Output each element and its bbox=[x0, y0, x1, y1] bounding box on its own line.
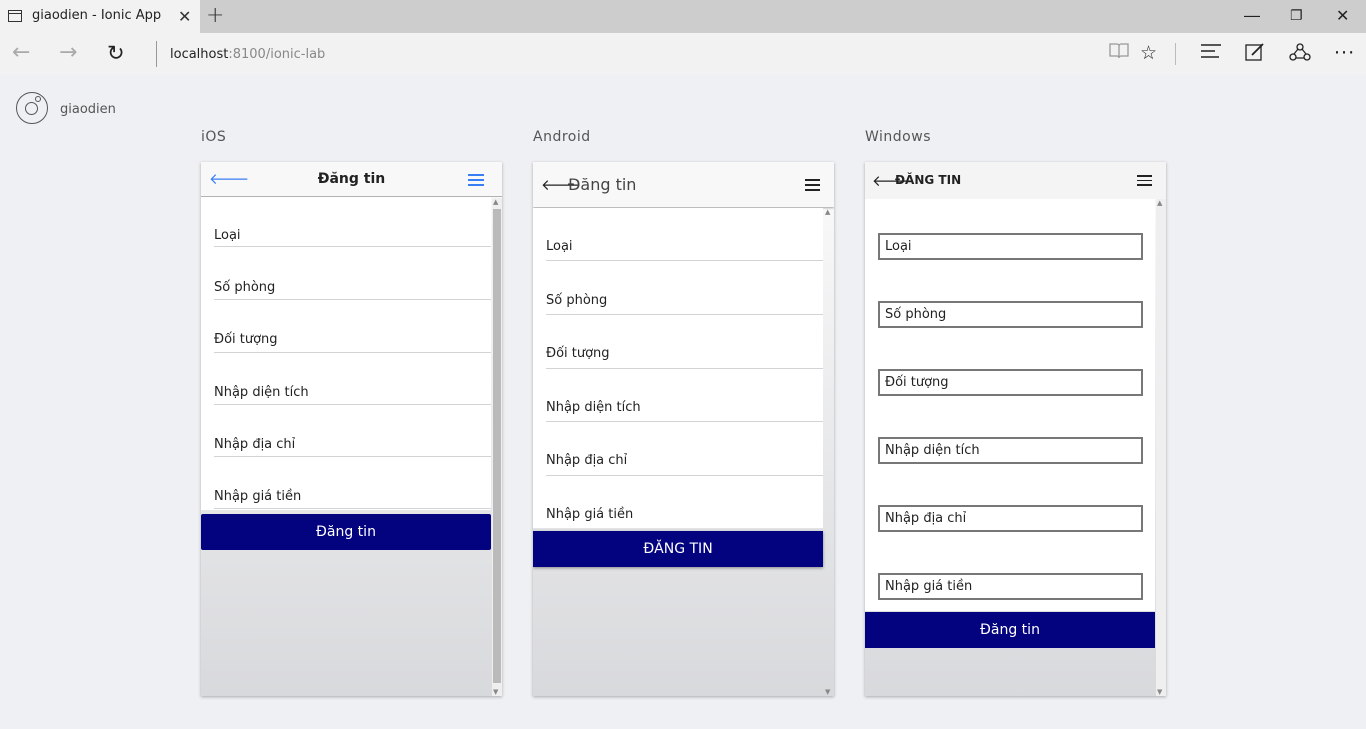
scroll-up-icon[interactable]: ▲ bbox=[493, 198, 498, 206]
ios-header: 🡐 Đăng tin bbox=[201, 162, 502, 197]
scrollbar[interactable]: ▲ ▼ bbox=[824, 208, 834, 696]
input-gia-tien[interactable]: Nhập giá tiền bbox=[546, 507, 823, 527]
platform-label-ios: iOS bbox=[201, 129, 227, 145]
input-doi-tuong[interactable]: Đối tượng bbox=[214, 332, 491, 353]
browser-tab[interactable]: giaodien - Ionic App ✕ bbox=[0, 0, 200, 33]
input-dien-tich[interactable]: Nhập diện tích bbox=[878, 437, 1143, 464]
scroll-down-icon[interactable]: ▼ bbox=[825, 688, 830, 696]
input-dia-chi[interactable]: Nhập địa chỉ bbox=[546, 453, 823, 476]
ios-form: Loại Số phòng Đối tượng Nhập diện tích N… bbox=[201, 197, 491, 510]
input-dia-chi[interactable]: Nhập địa chỉ bbox=[214, 437, 491, 457]
device-android: 🡐 Đăng tin Loại Số phòng Đối tượng Nhập … bbox=[533, 162, 834, 696]
ionic-lab: giaodien iOS 🡐 Đăng tin Loại Số phòng Đố… bbox=[0, 75, 1366, 729]
input-dien-tich[interactable]: Nhập diện tích bbox=[214, 385, 491, 405]
input-so-phong[interactable]: Số phòng bbox=[546, 293, 823, 315]
toolbar-separator bbox=[1175, 43, 1176, 65]
url-host: localhost bbox=[170, 47, 229, 62]
close-tab-icon[interactable]: ✕ bbox=[178, 7, 191, 26]
input-doi-tuong[interactable]: Đối tượng bbox=[878, 369, 1143, 396]
page-icon bbox=[8, 10, 22, 22]
input-loai[interactable]: Loại bbox=[878, 233, 1143, 260]
minimize-icon[interactable]: ― bbox=[1244, 6, 1260, 25]
ionic-lab-logo-icon bbox=[16, 92, 48, 124]
page-title: Đăng tin bbox=[317, 171, 386, 187]
scroll-down-icon[interactable]: ▼ bbox=[1157, 688, 1162, 696]
tab-bar: giaodien - Ionic App ✕ + ― ❐ ✕ bbox=[0, 0, 1366, 33]
scroll-down-icon[interactable]: ▼ bbox=[493, 688, 498, 696]
android-header: 🡐 Đăng tin bbox=[533, 162, 834, 207]
platform-label-android: Android bbox=[533, 129, 591, 145]
input-doi-tuong[interactable]: Đối tượng bbox=[546, 346, 823, 369]
back-icon[interactable]: ← bbox=[12, 41, 30, 65]
input-so-phong[interactable]: Số phòng bbox=[214, 280, 491, 300]
scroll-up-icon[interactable]: ▲ bbox=[1157, 199, 1162, 207]
restore-icon[interactable]: ❐ bbox=[1290, 8, 1303, 24]
menu-icon[interactable] bbox=[468, 174, 484, 189]
new-tab-button[interactable]: + bbox=[206, 3, 224, 28]
web-note-icon[interactable] bbox=[1245, 42, 1265, 67]
more-icon[interactable]: ··· bbox=[1334, 42, 1355, 64]
address-bar: ← → ↻ localhost:8100/ionic-lab ☆ ··· bbox=[0, 33, 1366, 75]
post-button[interactable]: Đăng tin bbox=[201, 514, 491, 550]
input-loai[interactable]: Loại bbox=[214, 228, 491, 247]
share-icon[interactable] bbox=[1289, 42, 1311, 67]
refresh-icon[interactable]: ↻ bbox=[107, 41, 125, 65]
device-windows: 🡐 ĐĂNG TIN Loại Số phòng Đối tượng Nhập … bbox=[865, 162, 1166, 696]
post-button[interactable]: ĐĂNG TIN bbox=[533, 531, 823, 567]
device-ios: 🡐 Đăng tin Loại Số phòng Đối tượng Nhập … bbox=[201, 162, 502, 696]
scrollbar[interactable]: ▲ ▼ bbox=[1156, 199, 1166, 696]
url-field[interactable]: localhost:8100/ionic-lab bbox=[170, 47, 325, 62]
input-dia-chi[interactable]: Nhập địa chỉ bbox=[878, 505, 1143, 532]
scroll-thumb[interactable] bbox=[493, 209, 501, 683]
url-path: :8100/ionic-lab bbox=[228, 47, 326, 62]
page-title: ĐĂNG TIN bbox=[895, 173, 962, 187]
platform-label-windows: Windows bbox=[865, 129, 931, 145]
input-dien-tich[interactable]: Nhập diện tích bbox=[546, 400, 823, 422]
window-close-icon[interactable]: ✕ bbox=[1336, 6, 1349, 25]
scroll-up-icon[interactable]: ▲ bbox=[825, 208, 830, 216]
input-gia-tien[interactable]: Nhập giá tiền bbox=[878, 573, 1143, 600]
windows-header: 🡐 ĐĂNG TIN bbox=[865, 162, 1166, 199]
reading-view-icon[interactable] bbox=[1109, 42, 1129, 65]
windows-form: Loại Số phòng Đối tượng Nhập diện tích N… bbox=[865, 199, 1155, 611]
page-title: Đăng tin bbox=[568, 175, 637, 194]
android-form: Loại Số phòng Đối tượng Nhập diện tích N… bbox=[533, 208, 823, 528]
post-button[interactable]: Đăng tin bbox=[865, 612, 1155, 648]
input-so-phong[interactable]: Số phòng bbox=[878, 301, 1143, 328]
input-loai[interactable]: Loại bbox=[546, 239, 823, 261]
app-name: giaodien bbox=[60, 102, 116, 117]
input-gia-tien[interactable]: Nhập giá tiền bbox=[214, 489, 491, 509]
forward-icon[interactable]: → bbox=[59, 41, 77, 65]
tab-title: giaodien - Ionic App bbox=[32, 8, 162, 23]
menu-icon[interactable] bbox=[805, 179, 820, 194]
menu-icon[interactable] bbox=[1137, 175, 1152, 189]
hub-icon[interactable] bbox=[1200, 42, 1222, 64]
address-separator bbox=[156, 41, 157, 67]
favorite-icon[interactable]: ☆ bbox=[1140, 42, 1157, 64]
scrollbar[interactable]: ▲ ▼ bbox=[492, 198, 502, 696]
